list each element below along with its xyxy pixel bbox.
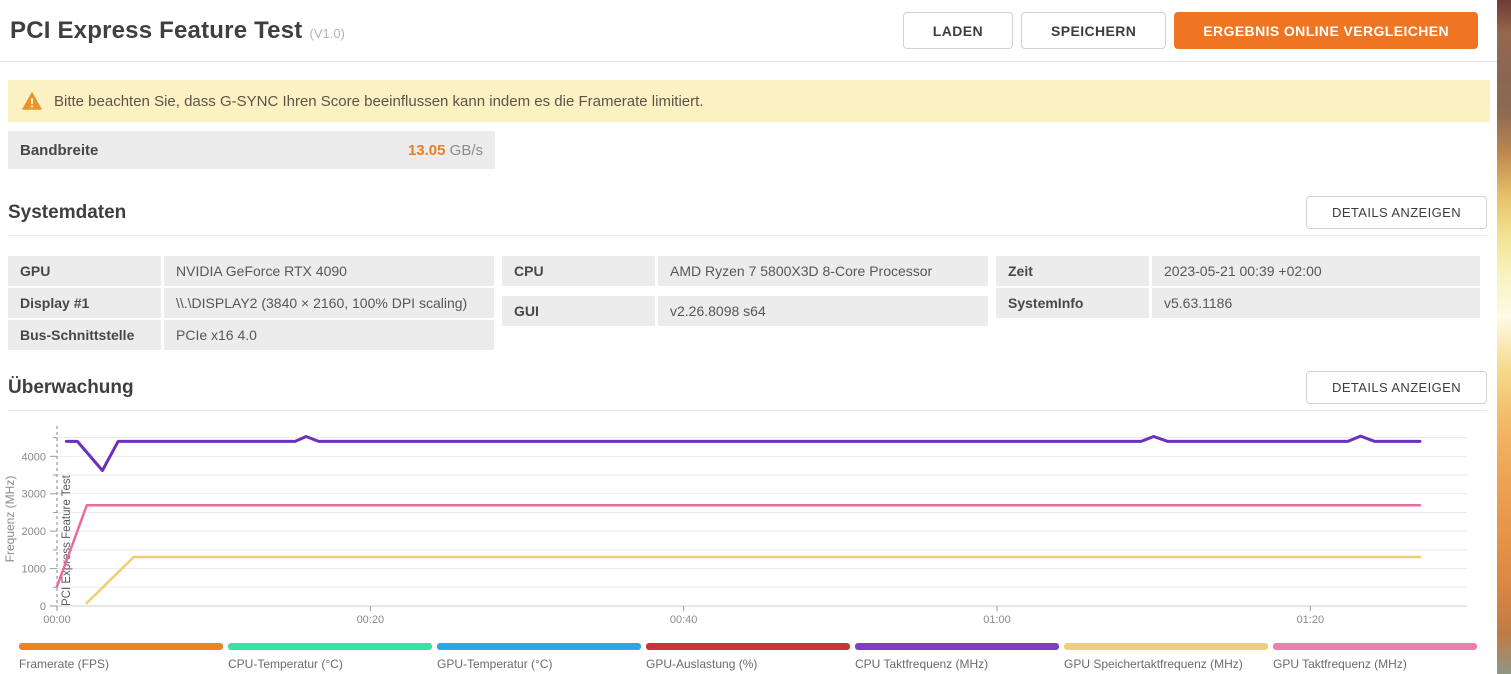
row-value: \\.\DISPLAY2 (3840 × 2160, 100% DPI scal… [164, 288, 494, 318]
monitoring-chart: 0 1000 2000 3000 4000 00:00 00:20 00:40 01:00 01:… [0, 424, 1497, 671]
system-column-1: GPU NVIDIA GeForce RTX 4090 Display #1 \… [8, 256, 494, 350]
load-button[interactable]: LADEN [902, 12, 1013, 49]
table-row: Zeit 2023-05-21 00:39 +02:00 [996, 256, 1480, 286]
chart-gridlines [57, 437, 1467, 588]
series-line [64, 434, 1422, 472]
legend-label: CPU-Temperatur (°C) [228, 657, 343, 671]
system-data-table: GPU NVIDIA GeForce RTX 4090 Display #1 \… [8, 256, 1487, 350]
monitoring-section-header: Überwachung DETAILS ANZEIGEN [8, 371, 1487, 411]
bandwidth-result-row: Bandbreite 13.05 GB/s [8, 131, 495, 169]
y-axis-tick-label: 0 [40, 601, 46, 613]
row-label: GPU [8, 256, 161, 286]
legend-item: CPU-Temperatur (°C) [228, 643, 432, 671]
legend-item: CPU Taktfrequenz (MHz) [855, 643, 1059, 671]
table-row: SystemInfo v5.63.1186 [996, 288, 1480, 318]
legend-color-bar [228, 643, 432, 650]
table-row: Bus-Schnittstelle PCIe x16 4.0 [8, 320, 494, 350]
legend-color-bar [19, 643, 223, 650]
legend-label: CPU Taktfrequenz (MHz) [855, 657, 989, 671]
row-label: Display #1 [8, 288, 161, 318]
header-buttons: LADEN SPEICHERN ERGEBNIS ONLINE VERGLEIC… [902, 12, 1478, 49]
monitoring-section-title: Überwachung [8, 376, 134, 398]
legend-color-bar [437, 643, 641, 650]
legend-color-bar [1273, 643, 1477, 650]
row-label: GUI [502, 296, 655, 326]
series-line [55, 504, 1422, 588]
row-label: Zeit [996, 256, 1149, 286]
bandwidth-unit: GB/s [449, 141, 483, 159]
legend-item: GPU Speichertaktfrequenz (MHz) [1064, 643, 1268, 671]
row-label: Bus-Schnittstelle [8, 320, 161, 350]
x-axis-tick-label: 01:00 [983, 614, 1011, 626]
legend-label: GPU-Temperatur (°C) [437, 657, 553, 671]
bandwidth-value: 13.05 GB/s [408, 142, 483, 159]
bandwidth-number: 13.05 [407, 141, 446, 159]
legend-color-bar [646, 643, 850, 650]
warning-text: Bitte beachten Sie, dass G-SYNC Ihren Sc… [54, 92, 704, 110]
y-axis-tick-label: 3000 [22, 489, 46, 501]
system-column-2: CPU AMD Ryzen 7 5800X3D 8-Core Processor… [502, 256, 988, 350]
row-label: SystemInfo [996, 288, 1149, 318]
system-section-title: Systemdaten [8, 201, 127, 223]
table-row: GPU NVIDIA GeForce RTX 4090 [8, 256, 494, 286]
row-value: v2.26.8098 s64 [658, 296, 988, 326]
legend-color-bar [855, 643, 1059, 650]
legend-item: GPU Taktfrequenz (MHz) [1273, 643, 1477, 671]
compare-result-online-button[interactable]: ERGEBNIS ONLINE VERGLEICHEN [1174, 12, 1478, 49]
monitoring-line-chart: 0 1000 2000 3000 4000 00:00 00:20 00:40 01:00 01:… [3, 426, 1467, 626]
legend-label: GPU Taktfrequenz (MHz) [1273, 657, 1407, 671]
legend-label: GPU Speichertaktfrequenz (MHz) [1064, 657, 1243, 671]
warning-triangle-icon [22, 92, 42, 110]
event-marker-label: PCI Express Feature Test [61, 474, 73, 606]
legend-color-bar [1064, 643, 1268, 650]
legend-label: GPU-Auslastung (%) [646, 657, 758, 671]
y-axis-tick-label: 2000 [22, 526, 46, 538]
x-axis-tick-label: 00:40 [670, 614, 698, 626]
pci-express-feature-test-page: PCI Express Feature Test (V1.0) LADEN SP… [0, 0, 1497, 674]
table-row: Display #1 \\.\DISPLAY2 (3840 × 2160, 10… [8, 288, 494, 318]
row-value: 2023-05-21 00:39 +02:00 [1152, 256, 1480, 286]
row-label: CPU [502, 256, 655, 286]
chart-axes: 0 1000 2000 3000 4000 00:00 00:20 00:40 01:00 01:… [22, 437, 1467, 626]
chart-legend: Framerate (FPS) CPU-Temperatur (°C) GPU-Te… [19, 643, 1497, 671]
row-value: NVIDIA GeForce RTX 4090 [164, 256, 494, 286]
row-value: v5.63.1186 [1152, 288, 1480, 318]
save-button[interactable]: SPEICHERN [1020, 12, 1167, 49]
table-row: CPU AMD Ryzen 7 5800X3D 8-Core Processor [502, 256, 988, 286]
system-section-header: Systemdaten DETAILS ANZEIGEN [8, 196, 1487, 236]
y-axis-tick-label: 1000 [22, 564, 46, 576]
row-value: AMD Ryzen 7 5800X3D 8-Core Processor [658, 256, 988, 286]
legend-item: Framerate (FPS) [19, 643, 223, 671]
background-art-strip [1497, 0, 1511, 674]
x-axis-tick-label: 01:20 [1297, 614, 1325, 626]
bandwidth-label: Bandbreite [20, 141, 99, 159]
y-axis-title: Frequenz (MHz) [3, 476, 17, 563]
legend-item: GPU-Auslastung (%) [646, 643, 850, 671]
page-title: PCI Express Feature Test [10, 16, 303, 44]
system-column-3: Zeit 2023-05-21 00:39 +02:00 SystemInfo … [996, 256, 1480, 350]
x-axis-tick-label: 00:20 [357, 614, 385, 626]
x-axis-tick-label: 00:00 [43, 614, 71, 626]
row-value: PCIe x16 4.0 [164, 320, 494, 350]
y-axis-tick-label: 4000 [22, 451, 46, 463]
series-line [85, 555, 1422, 605]
event-marker: PCI Express Feature Test [56, 426, 73, 612]
legend-item: GPU-Temperatur (°C) [437, 643, 641, 671]
legend-label: Framerate (FPS) [19, 657, 110, 671]
table-row: GUI v2.26.8098 s64 [502, 296, 988, 326]
system-details-button[interactable]: DETAILS ANZEIGEN [1306, 196, 1487, 229]
app-header: PCI Express Feature Test (V1.0) LADEN SP… [0, 0, 1497, 62]
gsync-warning-banner: Bitte beachten Sie, dass G-SYNC Ihren Sc… [8, 80, 1490, 122]
monitoring-details-button[interactable]: DETAILS ANZEIGEN [1306, 371, 1487, 404]
page-version: (V1.0) [309, 25, 345, 41]
page-title-wrap: PCI Express Feature Test (V1.0) [10, 17, 345, 45]
